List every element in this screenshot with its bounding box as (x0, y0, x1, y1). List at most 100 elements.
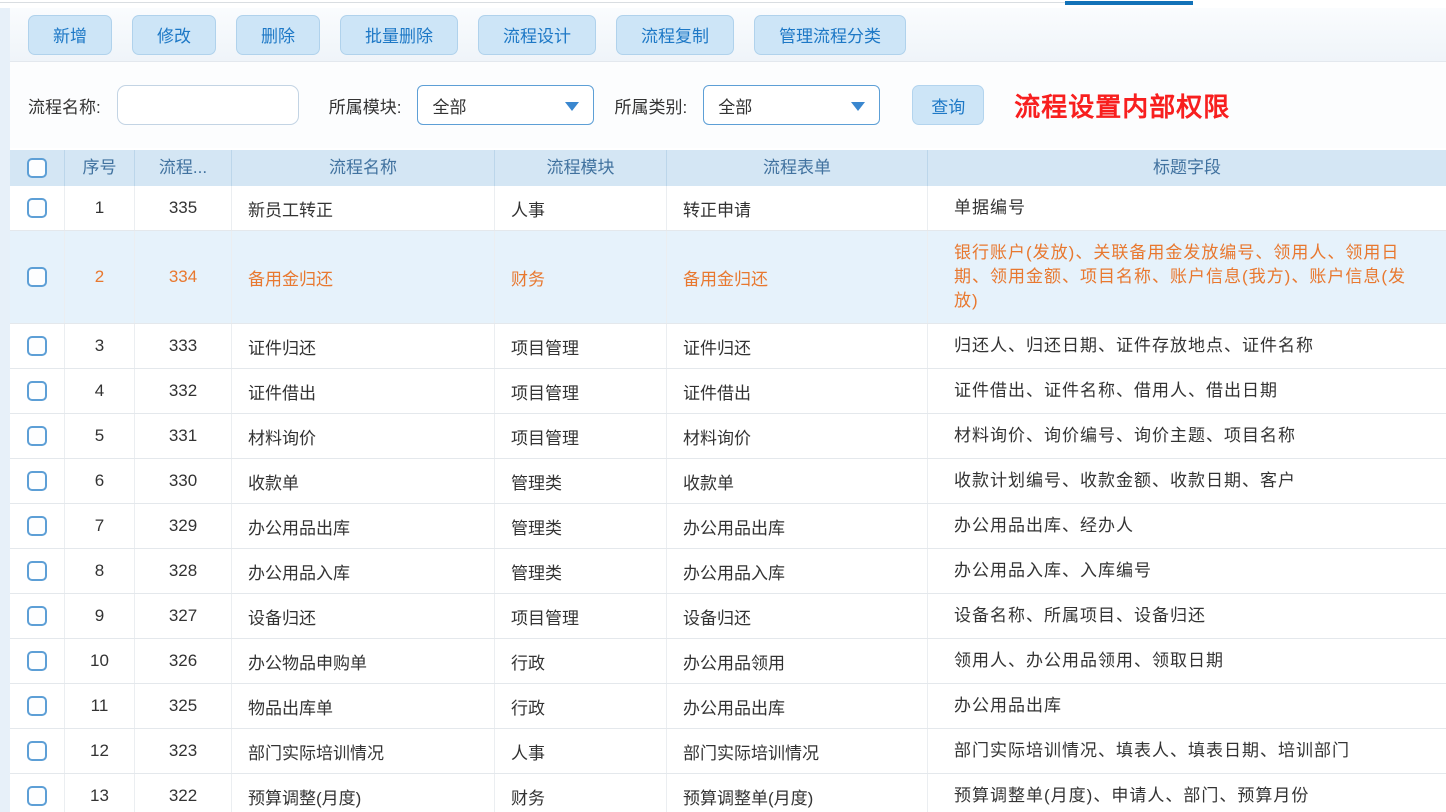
process-copy-button[interactable]: 流程复制 (616, 15, 734, 55)
row-checkbox-cell (10, 231, 65, 323)
cell-form: 材料询价 (667, 414, 928, 458)
module-select-value: 全部 (432, 93, 466, 118)
row-checkbox[interactable] (27, 786, 47, 806)
row-checkbox[interactable] (27, 381, 47, 401)
cell-process-id: 329 (135, 504, 232, 548)
top-strip (0, 0, 1446, 8)
edit-button[interactable]: 修改 (132, 15, 216, 55)
chevron-down-icon (851, 102, 865, 111)
row-checkbox[interactable] (27, 198, 47, 218)
cell-no: 8 (65, 549, 135, 593)
cell-module: 人事 (495, 186, 667, 230)
process-name-input[interactable] (117, 85, 299, 125)
row-checkbox-cell (10, 639, 65, 683)
cell-no: 11 (65, 684, 135, 728)
row-checkbox-cell (10, 324, 65, 368)
cell-module: 管理类 (495, 549, 667, 593)
module-select[interactable]: 全部 (417, 85, 594, 125)
row-checkbox-cell (10, 414, 65, 458)
col-header-no[interactable]: 序号 (65, 150, 135, 186)
cell-title-fields: 设备名称、所属项目、设备归还 (928, 594, 1446, 638)
cell-process-id: 334 (135, 231, 232, 323)
table-body: 1 335 新员工转正 人事 转正申请 单据编号 2 334 备用金归还 财务 … (0, 186, 1446, 812)
permission-note: 流程设置内部权限 (1014, 87, 1230, 124)
table-row[interactable]: 9 327 设备归还 项目管理 设备归还 设备名称、所属项目、设备归还 (0, 594, 1446, 639)
row-checkbox-cell (10, 186, 65, 230)
manage-category-button[interactable]: 管理流程分类 (754, 15, 906, 55)
table-row[interactable]: 4 332 证件借出 项目管理 证件借出 证件借出、证件名称、借用人、借出日期 (0, 369, 1446, 414)
table-row[interactable]: 5 331 材料询价 项目管理 材料询价 材料询价、询价编号、询价主题、项目名称 (0, 414, 1446, 459)
table-row[interactable]: 2 334 备用金归还 财务 备用金归还 银行账户(发放)、关联备用金发放编号、… (0, 231, 1446, 324)
chevron-down-icon (565, 102, 579, 111)
cell-title-fields: 部门实际培训情况、填表人、填表日期、培训部门 (928, 729, 1446, 773)
cell-form: 证件归还 (667, 324, 928, 368)
cell-title-fields: 预算调整单(月度)、申请人、部门、预算月份 (928, 774, 1446, 812)
col-header-id[interactable]: 流程... (135, 150, 232, 186)
row-checkbox[interactable] (27, 606, 47, 626)
col-header-title[interactable]: 标题字段 (928, 150, 1446, 186)
table-row[interactable]: 11 325 物品出库单 行政 办公用品出库 办公用品出库 (0, 684, 1446, 729)
select-all-checkbox[interactable] (27, 158, 47, 178)
cell-process-name: 物品出库单 (232, 684, 495, 728)
cell-process-id: 331 (135, 414, 232, 458)
cell-process-id: 330 (135, 459, 232, 503)
cell-form: 转正申请 (667, 186, 928, 230)
row-checkbox[interactable] (27, 561, 47, 581)
table-row[interactable]: 13 322 预算调整(月度) 财务 预算调整单(月度) 预算调整单(月度)、申… (0, 774, 1446, 812)
table-row[interactable]: 6 330 收款单 管理类 收款单 收款计划编号、收款金额、收款日期、客户 (0, 459, 1446, 504)
row-checkbox[interactable] (27, 336, 47, 356)
row-checkbox[interactable] (27, 516, 47, 536)
table-row[interactable]: 1 335 新员工转正 人事 转正申请 单据编号 (0, 186, 1446, 231)
table-row[interactable]: 10 326 办公物品申购单 行政 办公用品领用 领用人、办公用品领用、领取日期 (0, 639, 1446, 684)
cell-process-id: 333 (135, 324, 232, 368)
table-row[interactable]: 12 323 部门实际培训情况 人事 部门实际培训情况 部门实际培训情况、填表人… (0, 729, 1446, 774)
category-label: 所属类别: (614, 93, 687, 118)
row-checkbox[interactable] (27, 267, 47, 287)
row-checkbox-cell (10, 684, 65, 728)
cell-no: 9 (65, 594, 135, 638)
row-checkbox[interactable] (27, 426, 47, 446)
cell-process-name: 设备归还 (232, 594, 495, 638)
batch-delete-button[interactable]: 批量删除 (340, 15, 458, 55)
table-row[interactable]: 3 333 证件归还 项目管理 证件归还 归还人、归还日期、证件存放地点、证件名… (0, 324, 1446, 369)
cell-no: 12 (65, 729, 135, 773)
col-header-name[interactable]: 流程名称 (232, 150, 495, 186)
delete-button[interactable]: 删除 (236, 15, 320, 55)
col-header-form[interactable]: 流程表单 (667, 150, 928, 186)
cell-title-fields: 办公用品入库、入库编号 (928, 549, 1446, 593)
cell-no: 1 (65, 186, 135, 230)
cell-module: 项目管理 (495, 414, 667, 458)
cell-process-name: 办公物品申购单 (232, 639, 495, 683)
cell-title-fields: 收款计划编号、收款金额、收款日期、客户 (928, 459, 1446, 503)
cell-process-name: 收款单 (232, 459, 495, 503)
cell-title-fields: 办公用品出库、经办人 (928, 504, 1446, 548)
table-row[interactable]: 7 329 办公用品出库 管理类 办公用品出库 办公用品出库、经办人 (0, 504, 1446, 549)
cell-module: 财务 (495, 774, 667, 812)
row-checkbox[interactable] (27, 651, 47, 671)
row-checkbox-cell (10, 729, 65, 773)
process-design-button[interactable]: 流程设计 (478, 15, 596, 55)
row-checkbox-cell (10, 549, 65, 593)
cell-process-id: 332 (135, 369, 232, 413)
cell-process-name: 备用金归还 (232, 231, 495, 323)
category-select[interactable]: 全部 (703, 85, 880, 125)
cell-module: 人事 (495, 729, 667, 773)
row-checkbox[interactable] (27, 696, 47, 716)
cell-form: 办公用品出库 (667, 504, 928, 548)
cell-process-id: 328 (135, 549, 232, 593)
search-button[interactable]: 查询 (912, 85, 984, 125)
add-button[interactable]: 新增 (28, 15, 112, 55)
cell-module: 项目管理 (495, 324, 667, 368)
cell-no: 7 (65, 504, 135, 548)
row-checkbox[interactable] (27, 471, 47, 491)
row-checkbox[interactable] (27, 741, 47, 761)
cell-form: 备用金归还 (667, 231, 928, 323)
cell-process-name: 部门实际培训情况 (232, 729, 495, 773)
col-header-module[interactable]: 流程模块 (495, 150, 667, 186)
cell-process-name: 办公用品入库 (232, 549, 495, 593)
cell-form: 设备归还 (667, 594, 928, 638)
cell-module: 项目管理 (495, 369, 667, 413)
cell-process-name: 预算调整(月度) (232, 774, 495, 812)
table-row[interactable]: 8 328 办公用品入库 管理类 办公用品入库 办公用品入库、入库编号 (0, 549, 1446, 594)
toolbar: 新增 修改 删除 批量删除 流程设计 流程复制 管理流程分类 (0, 8, 1446, 62)
